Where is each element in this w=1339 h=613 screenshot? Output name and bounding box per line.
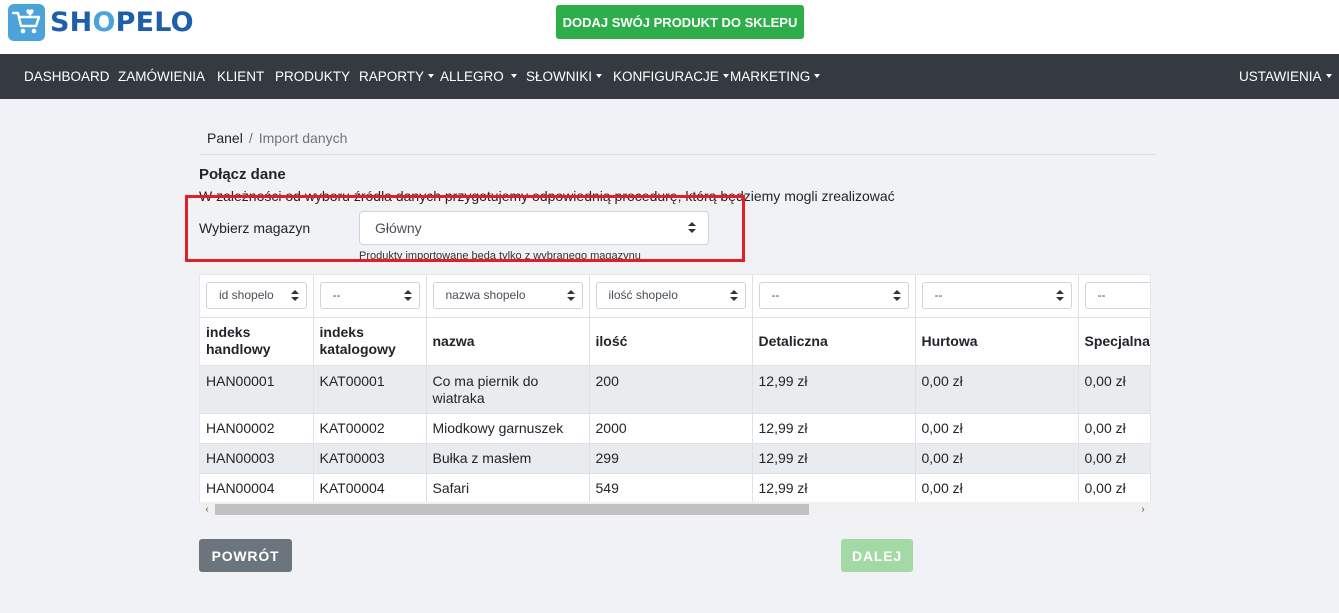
table-cell: KAT00004 [313, 473, 427, 504]
select-arrows-icon [729, 290, 738, 302]
table-row: HAN00002 KAT00002 Miodkowy garnuszek 200… [200, 413, 1150, 444]
select-arrows-icon [290, 290, 299, 302]
nav-item-configurations[interactable]: KONFIGURACJE [613, 54, 729, 99]
table-cell: 549 [589, 473, 753, 504]
table-cell: KAT00001 [313, 365, 427, 414]
column-mapping-select[interactable]: -- [758, 282, 909, 310]
breadcrumb: Panel / Import danych [207, 130, 347, 146]
table-horizontal-scrollbar[interactable]: ‹ › [199, 502, 1151, 517]
column-header: Hurtowa [915, 317, 1079, 366]
select-arrows-icon [1055, 290, 1064, 302]
select-arrows-icon [403, 290, 412, 302]
caret-down-icon [428, 74, 435, 78]
table-cell: 0,00 zł [1078, 443, 1150, 474]
column-header: nazwa [426, 317, 590, 366]
brand-name: SHOPELO [50, 7, 194, 38]
column-mapping-select[interactable]: -- [319, 282, 420, 310]
scrollbar-thumb[interactable] [215, 504, 809, 515]
table-cell: KAT00002 [313, 413, 427, 444]
column-mapping-select[interactable]: -- [1084, 282, 1150, 310]
scroll-right-icon[interactable]: › [1135, 502, 1151, 517]
table-cell: 200 [589, 365, 753, 414]
table-cell: 2000 [589, 413, 753, 444]
nav-item-reports[interactable]: RAPORTY [359, 54, 435, 99]
table-row: HAN00001 KAT00001 Co ma piernik do wiatr… [200, 365, 1150, 414]
table-cell: HAN00003 [200, 443, 314, 474]
top-bar: SHOPELO DODAJ SWÓJ PRODUKT DO SKLEPU [0, 0, 1339, 54]
table-row: HAN00004 KAT00004 Safari 549 12,99 zł 0,… [200, 473, 1150, 504]
shopping-cart-icon [8, 4, 45, 41]
table-cell: HAN00004 [200, 473, 314, 504]
column-header: Specjalna [1078, 317, 1150, 366]
column-mapping-select[interactable]: -- [921, 282, 1072, 310]
table-row: HAN00003 KAT00003 Bułka z masłem 299 12,… [200, 443, 1150, 474]
column-mapping-select[interactable]: id shopelo [206, 282, 307, 310]
table-cell: Co ma piernik do wiatraka [426, 365, 590, 414]
table-cell: 12,99 zł [752, 443, 916, 474]
table-cell: 0,00 zł [915, 413, 1079, 444]
table-cell: 0,00 zł [1078, 413, 1150, 444]
nav-item-orders[interactable]: ZAMÓWIENIA [118, 54, 205, 99]
column-mapping-select[interactable]: ilość shopelo [595, 282, 746, 310]
nav-item-client[interactable]: KLIENT [217, 54, 264, 99]
nav-item-products[interactable]: PRODUKTY [275, 54, 350, 99]
scroll-left-icon[interactable]: ‹ [199, 502, 215, 517]
table-cell: 0,00 zł [1078, 473, 1150, 504]
caret-down-icon [1325, 74, 1332, 78]
table-cell: 0,00 zł [1078, 365, 1150, 414]
nav-item-marketing[interactable]: MARKETING [730, 54, 821, 99]
column-header: ilość [589, 317, 753, 366]
select-arrows-icon [566, 290, 575, 302]
caret-down-icon [722, 74, 729, 78]
nav-item-dictionaries[interactable]: SŁOWNIKI [526, 54, 603, 99]
column-header: indeks katalogowy [313, 317, 427, 366]
table-cell: 12,99 zł [752, 365, 916, 414]
column-mapping-select[interactable]: nazwa shopelo [432, 282, 583, 310]
table-header-row: indeks handlowy indeks katalogowy nazwa … [200, 317, 1150, 366]
table-cell: 299 [589, 443, 753, 474]
section-title: Połącz dane [199, 166, 286, 183]
table-cell: KAT00003 [313, 443, 427, 474]
table-cell: HAN00001 [200, 365, 314, 414]
caret-down-icon [596, 74, 603, 78]
nav-item-allegro[interactable]: ALLEGRO [440, 54, 517, 99]
table-cell: 0,00 zł [915, 473, 1079, 504]
shopelo-logo[interactable]: SHOPELO [8, 4, 194, 41]
table-cell: HAN00002 [200, 413, 314, 444]
table-cell: 0,00 zł [915, 443, 1079, 474]
caret-down-icon [510, 74, 517, 78]
column-header: indeks handlowy [200, 317, 314, 366]
import-table: id shopelo -- nazwa shopelo ilość shopel… [199, 274, 1151, 517]
table-cell: 12,99 zł [752, 413, 916, 444]
table-cell: Safari [426, 473, 590, 504]
back-button[interactable]: POWRÓT [199, 539, 292, 572]
nav-item-dashboard[interactable]: DASHBOARD [24, 54, 110, 99]
table-cell: 0,00 zł [915, 365, 1079, 414]
nav-item-settings[interactable]: USTAWIENIA [1239, 54, 1332, 99]
table-cell: Bułka z masłem [426, 443, 590, 474]
select-arrows-icon [892, 290, 901, 302]
breadcrumb-home[interactable]: Panel [207, 130, 243, 146]
breadcrumb-current: Import danych [258, 130, 348, 146]
divider [199, 154, 1156, 155]
highlight-box [185, 195, 745, 262]
mapping-row: id shopelo -- nazwa shopelo ilość shopel… [200, 275, 1150, 318]
table-cell: Miodkowy garnuszek [426, 413, 590, 444]
add-product-button[interactable]: DODAJ SWÓJ PRODUKT DO SKLEPU [556, 5, 804, 39]
caret-down-icon [814, 74, 821, 78]
column-header: Detaliczna [752, 317, 916, 366]
main-navbar: DASHBOARD ZAMÓWIENIA KLIENT PRODUKTY RAP… [0, 54, 1339, 99]
breadcrumb-separator: / [248, 130, 253, 146]
table-cell: 12,99 zł [752, 473, 916, 504]
next-button[interactable]: DALEJ [841, 539, 913, 572]
